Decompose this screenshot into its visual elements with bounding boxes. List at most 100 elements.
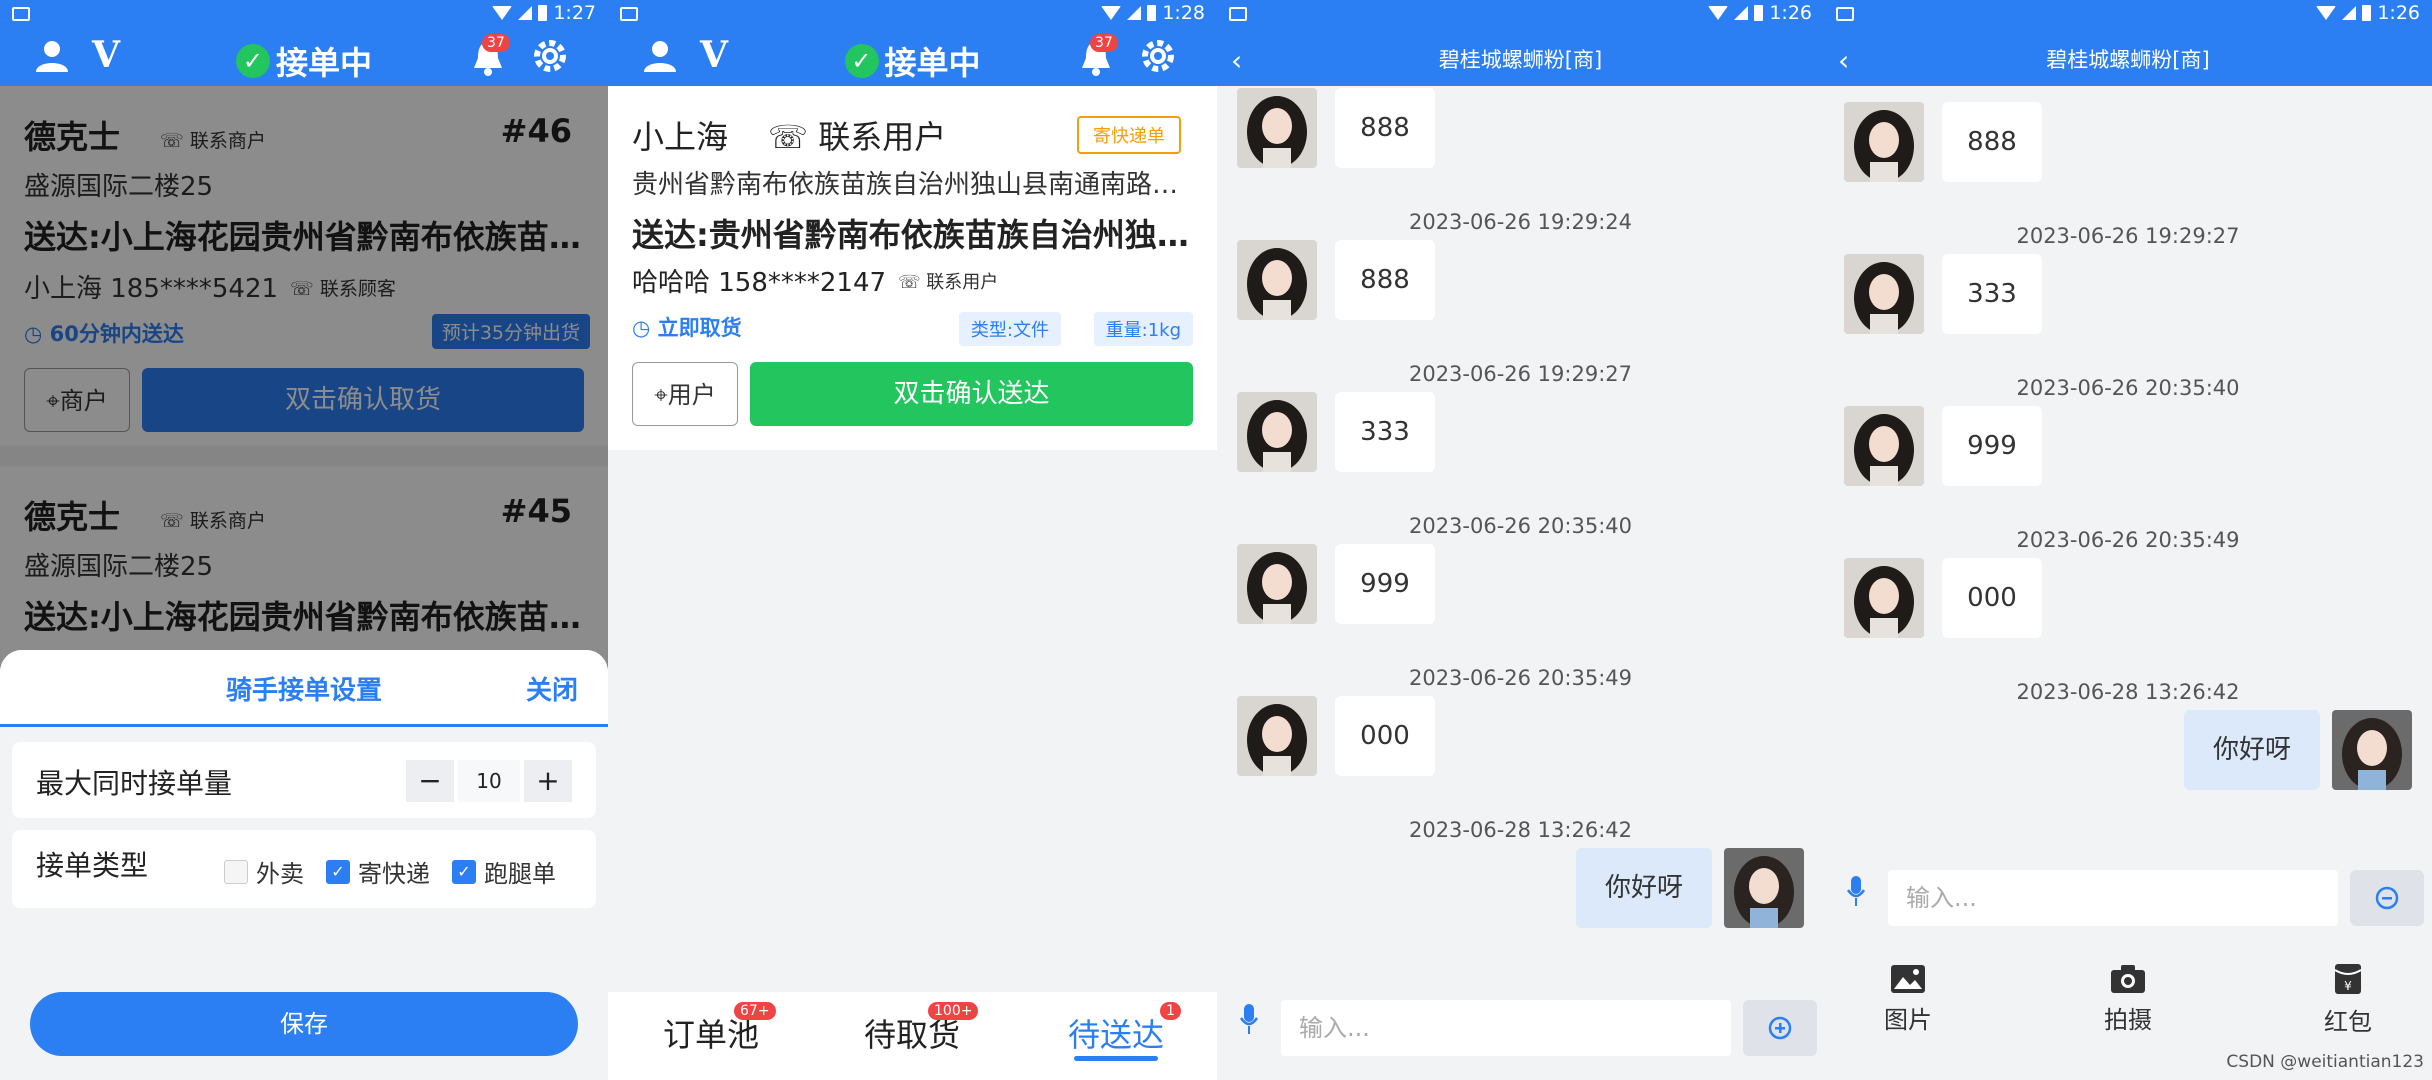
- gallery-notification-icon: [1836, 7, 1854, 21]
- wifi-icon: [492, 6, 513, 20]
- checkbox-errand[interactable]: ✓ 跑腿单: [452, 854, 556, 889]
- message-timestamp: 2023-06-26 19:29:24: [1408, 210, 1633, 234]
- merchant-message-bubble[interactable]: 333: [1335, 392, 1435, 472]
- user-icon[interactable]: [32, 36, 72, 76]
- message-timestamp: 2023-06-26 20:35:40: [1408, 514, 1633, 538]
- panel-to-deliver: 1:28 V ✓ 接单中 37 小上海 ☏ 联系用户 寄快递单 贵州省黔南布依族…: [608, 0, 1217, 1080]
- save-button[interactable]: 保存: [30, 992, 578, 1056]
- merchant-message-bubble[interactable]: 888: [1335, 240, 1435, 320]
- message-input[interactable]: 输入...: [1888, 870, 2338, 926]
- tool-image[interactable]: 图片: [1868, 964, 1948, 1035]
- contact-user-link[interactable]: ☏ 联系用户: [768, 112, 946, 158]
- checkbox-box: ✓: [326, 859, 350, 884]
- watermark: CSDN @weitiantian123: [2226, 1052, 2424, 1072]
- merchant-avatar[interactable]: [1844, 406, 1924, 486]
- max-orders-row: 最大同时接单量 − 10 +: [12, 742, 596, 818]
- merchant-avatar[interactable]: [1844, 254, 1924, 334]
- microphone-icon[interactable]: [1846, 874, 1866, 908]
- wifi-icon: [1101, 6, 1122, 20]
- user-location-button[interactable]: ⌖用户: [632, 362, 738, 426]
- notification-badge: 37: [1090, 34, 1118, 52]
- active-tab-indicator: [1074, 1056, 1158, 1061]
- order-card[interactable]: 小上海 ☏ 联系用户 寄快递单 贵州省黔南布依族苗族自治州独山县南通南路商务中心…: [608, 86, 1217, 450]
- notification-badge: 37: [482, 34, 510, 52]
- increment-button[interactable]: +: [524, 760, 572, 802]
- status-toggle[interactable]: ✓ 接单中: [844, 38, 981, 84]
- merchant-message-bubble[interactable]: 888: [1942, 102, 2042, 182]
- tool-camera[interactable]: 拍摄: [2088, 964, 2168, 1035]
- tool-label: 拍摄: [2104, 1006, 2152, 1034]
- merchant-message-bubble[interactable]: 999: [1335, 544, 1435, 624]
- merchant-avatar[interactable]: [1237, 544, 1317, 624]
- tab-to-deliver[interactable]: 待送达: [1068, 1010, 1164, 1056]
- image-icon: [1891, 965, 1925, 993]
- checkbox-box: ✓: [452, 859, 476, 884]
- close-button[interactable]: 关闭: [526, 670, 578, 707]
- battery-icon: [1147, 5, 1157, 21]
- pickup-address: 贵州省黔南布依族苗族自治州独山县南通南路商务中心: [632, 170, 1197, 200]
- type-chip: 类型:文件: [958, 312, 1061, 346]
- my-message-bubble[interactable]: 你好呀: [1576, 848, 1712, 928]
- sheet-title: 骑手接单设置: [225, 676, 382, 706]
- microphone-icon[interactable]: [1239, 1002, 1259, 1036]
- merchant-avatar[interactable]: [1844, 102, 1924, 182]
- message-timestamp: 2023-06-26 20:35:40: [2016, 376, 2240, 400]
- merchant-message-bubble[interactable]: 000: [1335, 696, 1435, 776]
- status-bar: 1:26: [1217, 0, 1824, 30]
- contact-customer-link[interactable]: ☏ 联系用户: [898, 268, 998, 294]
- status-bar: 1:28: [608, 0, 1217, 30]
- merchant-avatar[interactable]: [1237, 392, 1317, 472]
- contact-customer-label: 联系用户: [926, 272, 999, 293]
- weight-chip: 重量:1kg: [1093, 312, 1193, 346]
- app-header: V ✓ 接单中 37: [0, 30, 608, 86]
- merchant-avatar[interactable]: [1844, 558, 1924, 638]
- chat-input-bar: 输入...: [1217, 990, 1824, 1080]
- wifi-icon: [2316, 6, 2337, 20]
- signal-icon: [518, 6, 533, 20]
- my-avatar[interactable]: [1724, 848, 1804, 928]
- merchant-avatar[interactable]: [1237, 696, 1317, 776]
- gallery-notification-icon: [1229, 7, 1247, 21]
- merchant-avatar[interactable]: [1237, 240, 1317, 320]
- quantity-value[interactable]: 10: [458, 760, 520, 802]
- gear-icon[interactable]: [530, 36, 570, 76]
- page-title: 接单中: [275, 44, 373, 82]
- signal-icon: [1734, 6, 1749, 20]
- rider-settings-sheet: 骑手接单设置 关闭 最大同时接单量 − 10 + 接单类型 外卖 ✓ 寄快递 ✓ 跑…: [0, 650, 608, 1080]
- order-type-label: 接单类型: [36, 849, 149, 882]
- plus-circle-icon: [1768, 1016, 1792, 1040]
- check-circle-icon: ✓: [844, 44, 879, 78]
- bottom-tab-bar: 订单池 67+ 待取货 100+ 待送达 1: [608, 992, 1217, 1080]
- panel-order-settings: 1:27 V ✓ 接单中 37 德克士 ☏ 联系商户 #46 盛源国际二楼25 …: [0, 0, 608, 1080]
- vip-icon[interactable]: V: [92, 34, 120, 76]
- tool-red-packet[interactable]: ¥ 红包: [2308, 962, 2388, 1037]
- collapse-button[interactable]: [2350, 870, 2424, 926]
- decrement-button[interactable]: −: [406, 760, 454, 802]
- my-avatar[interactable]: [2332, 710, 2412, 790]
- tab-badge: 100+: [928, 1002, 979, 1020]
- vip-icon[interactable]: V: [700, 34, 728, 76]
- merchant-message-bubble[interactable]: 888: [1335, 88, 1435, 168]
- more-button[interactable]: [1743, 1000, 1817, 1056]
- status-toggle[interactable]: ✓ 接单中: [235, 38, 373, 84]
- user-icon[interactable]: [640, 36, 680, 76]
- minus-circle-icon: [2375, 886, 2399, 910]
- checkbox-express[interactable]: ✓ 寄快递: [326, 854, 430, 889]
- contact-user-label: 联系用户: [818, 118, 947, 156]
- merchant-message-bubble[interactable]: 333: [1942, 254, 2042, 334]
- message-timestamp: 2023-06-28 13:26:42: [2016, 680, 2240, 704]
- checkbox-label: 寄快递: [358, 860, 430, 888]
- quantity-stepper: − 10 +: [406, 760, 572, 802]
- checkbox-label: 外卖: [256, 860, 304, 888]
- merchant-message-bubble[interactable]: 999: [1942, 406, 2042, 486]
- checkbox-takeout[interactable]: 外卖: [224, 854, 304, 889]
- order-type-options: 外卖 ✓ 寄快递 ✓ 跑腿单: [224, 854, 556, 889]
- message-input[interactable]: 输入...: [1281, 1000, 1731, 1056]
- merchant-message-bubble[interactable]: 000: [1942, 558, 2042, 638]
- my-message-bubble[interactable]: 你好呀: [2184, 710, 2320, 790]
- checkbox-box: [224, 859, 248, 884]
- gear-icon[interactable]: [1138, 36, 1178, 76]
- confirm-delivery-button[interactable]: 双击确认送达: [750, 362, 1193, 426]
- signal-icon: [2342, 6, 2357, 20]
- merchant-avatar[interactable]: [1237, 88, 1317, 168]
